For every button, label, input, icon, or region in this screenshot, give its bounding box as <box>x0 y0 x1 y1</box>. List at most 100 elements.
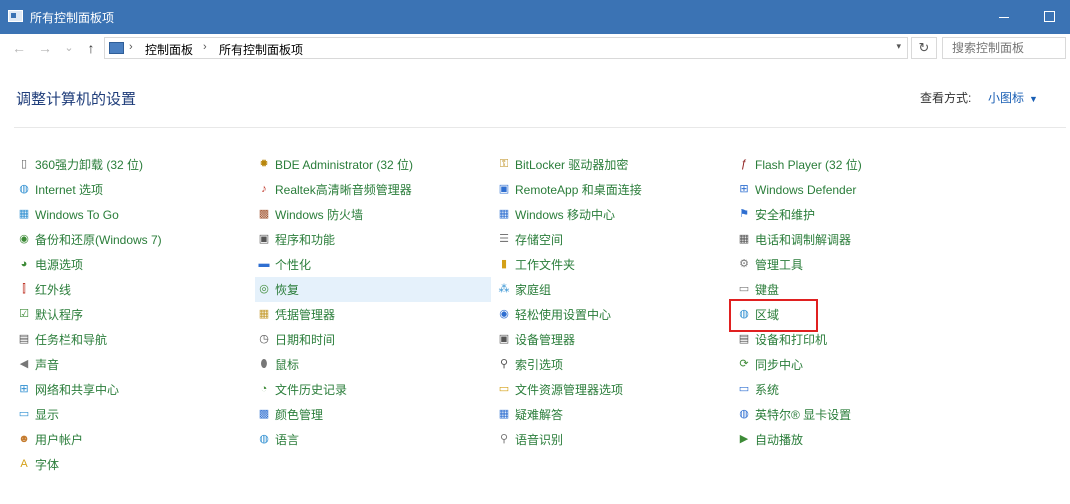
control-panel-item[interactable]: ▮ 工作文件夹 <box>495 252 731 277</box>
backup-icon: ◉ <box>19 233 29 245</box>
control-panel-item[interactable]: ◎ 恢复 <box>255 277 491 302</box>
control-panel-item[interactable]: ◍ Internet 选项 <box>15 177 251 202</box>
control-panel-item[interactable]: ⫿ 红外线 <box>15 277 251 302</box>
control-panel-item[interactable]: ☑ 默认程序 <box>15 302 251 327</box>
control-panel-item[interactable]: ♪ Realtek高清晰音频管理器 <box>255 177 491 202</box>
sync-icon: ⟳ <box>739 358 749 370</box>
control-panel-item[interactable]: ▦ 疑难解答 <box>495 402 731 427</box>
control-panel-item[interactable]: ▣ RemoteApp 和桌面连接 <box>495 177 731 202</box>
control-panel-item[interactable]: ⟳ 同步中心 <box>735 352 971 377</box>
address-bar[interactable]: › 控制面板 › 所有控制面板项 ▾ <box>104 37 908 59</box>
control-panel-item-label: 电话和调制解调器 <box>755 233 852 247</box>
control-panel-item-label: 系统 <box>755 383 780 397</box>
keyboard-icon: ▭ <box>738 283 750 295</box>
items-column-3: ⚿ BitLocker 驱动器加密 ▣ RemoteApp 和桌面连接 ▦ Windows… <box>495 152 731 452</box>
control-panel-item[interactable]: ◕ 电源选项 <box>15 252 251 277</box>
control-panel-item[interactable]: ▭ 系统 <box>735 377 971 402</box>
control-panel-item[interactable]: ⚲ 语音识别 <box>495 427 731 452</box>
control-panel-item-label: 网络和共享中心 <box>35 383 120 397</box>
control-panel-item[interactable]: ▦ Windows 移动中心 <box>495 202 731 227</box>
control-panel-item[interactable]: ⬮ 鼠标 <box>255 352 491 377</box>
control-panel-item-label: BitLocker 驱动器加密 <box>515 158 629 172</box>
control-panel-item[interactable]: ◷ 日期和时间 <box>255 327 491 352</box>
control-panel-item[interactable]: ◉ 轻松使用设置中心 <box>495 302 731 327</box>
up-button[interactable]: ↑ <box>82 39 100 57</box>
control-panel-item-label: 设备和打印机 <box>755 333 828 347</box>
control-panel-item-label: 默认程序 <box>35 308 84 322</box>
control-panel-item[interactable]: ⚲ 索引选项 <box>495 352 731 377</box>
control-panel-item[interactable]: ◀ 声音 <box>15 352 251 377</box>
clock-icon: ◷ <box>259 333 269 345</box>
intel-graphics-icon: ◍ <box>739 408 749 420</box>
control-panel-item[interactable]: ◍ 英特尔® 显卡设置 <box>735 402 971 427</box>
control-panel-item-label: 安全和维护 <box>755 208 816 222</box>
control-panel-item[interactable]: ▦ 凭据管理器 <box>255 302 491 327</box>
control-panel-item[interactable]: ⊞ Windows Defender <box>735 177 971 202</box>
control-panel-item[interactable]: ▣ 程序和功能 <box>255 227 491 252</box>
control-panel-item[interactable]: ƒ Flash Player (32 位) <box>735 152 971 177</box>
control-panel-item[interactable]: ☻ 用户帐户 <box>15 427 251 452</box>
control-panel-item[interactable]: ◔ 文件历史记录 <box>255 377 491 402</box>
control-panel-item[interactable]: ▦ Windows To Go <box>15 202 251 227</box>
color-management-icon: ▩ <box>258 408 270 420</box>
control-panel-item-label: Realtek高清晰音频管理器 <box>275 183 412 197</box>
minimize-button[interactable] <box>993 10 1017 24</box>
control-panel-item[interactable]: ⁂ 家庭组 <box>495 277 731 302</box>
homegroup-icon: ⁂ <box>498 283 510 295</box>
control-panel-item-label: 键盘 <box>755 283 780 297</box>
items-column-1: ▯ 360强力卸载 (32 位) ◍ Internet 选项 ▦ Windows To G… <box>15 152 251 477</box>
control-panel-item[interactable]: ⚙ 管理工具 <box>735 252 971 277</box>
control-panel-item[interactable]: ◍ 区域 <box>729 299 971 332</box>
search-input[interactable] <box>942 37 1066 59</box>
region-icon: ◍ <box>739 308 749 320</box>
control-panel-item[interactable]: ▶ 自动播放 <box>735 427 971 452</box>
back-button[interactable]: ← <box>10 39 28 57</box>
file-history-icon: ◔ <box>260 383 268 395</box>
divider <box>14 127 1066 128</box>
control-panel-item[interactable]: ▩ 颜色管理 <box>255 402 491 427</box>
refresh-button[interactable]: ↻ <box>911 37 937 59</box>
control-panel-item[interactable]: ▭ 文件资源管理器选项 <box>495 377 731 402</box>
page-title: 调整计算机的设置 <box>16 91 137 108</box>
control-panel-item[interactable]: ▭ 显示 <box>15 402 251 427</box>
control-panel-item-label: 语音识别 <box>515 433 564 447</box>
fonts-icon: A <box>20 458 28 470</box>
default-programs-icon: ☑ <box>19 308 29 320</box>
breadcrumb-all-items[interactable]: 所有控制面板项 <box>219 41 303 58</box>
system-icon: ▭ <box>738 383 750 395</box>
control-panel-item[interactable]: ⚑ 安全和维护 <box>735 202 971 227</box>
control-panel-item-label: 声音 <box>35 358 60 372</box>
admin-tools-icon: ⚙ <box>739 258 749 270</box>
breadcrumb-separator[interactable]: › <box>203 41 207 53</box>
control-panel-item[interactable]: ▣ 设备管理器 <box>495 327 731 352</box>
chevron-down-icon[interactable]: ▾ <box>896 41 901 52</box>
control-panel-item-label: 家庭组 <box>515 283 552 297</box>
view-by-dropdown[interactable]: 小图标 ▼ <box>988 89 1038 106</box>
remoteapp-icon: ▣ <box>498 183 510 195</box>
breadcrumb-separator[interactable]: › <box>129 41 133 53</box>
bitlocker-icon: ⚿ <box>499 158 509 170</box>
control-panel-item[interactable]: ▯ 360强力卸载 (32 位) <box>15 152 251 177</box>
control-panel-item[interactable]: ▬ 个性化 <box>255 252 491 277</box>
control-panel-item[interactable]: ◍ 语言 <box>255 427 491 452</box>
control-panel-item[interactable]: ⊞ 网络和共享中心 <box>15 377 251 402</box>
control-panel-item[interactable]: ▦ 电话和调制解调器 <box>735 227 971 252</box>
users-icon: ☻ <box>18 433 30 445</box>
recent-locations-button[interactable]: ⌄ <box>60 39 78 57</box>
control-panel-item[interactable]: ▤ 设备和打印机 <box>735 327 971 352</box>
control-panel-item[interactable]: ⚿ BitLocker 驱动器加密 <box>495 152 731 177</box>
control-panel-item[interactable]: ▩ Windows 防火墙 <box>255 202 491 227</box>
forward-button[interactable]: → <box>36 39 54 57</box>
maximize-button[interactable] <box>1040 8 1060 24</box>
breadcrumb-control-panel[interactable]: 控制面板 <box>145 41 193 58</box>
firewall-icon: ▩ <box>258 208 270 220</box>
control-panel-item[interactable]: ✹ BDE Administrator (32 位) <box>255 152 491 177</box>
control-panel-item[interactable]: ☰ 存储空间 <box>495 227 731 252</box>
control-panel-item[interactable]: ◉ 备份和还原(Windows 7) <box>15 227 251 252</box>
control-panel-item-label: 管理工具 <box>755 258 804 272</box>
control-panel-item-label: 日期和时间 <box>275 333 336 347</box>
control-panel-item[interactable]: A 字体 <box>15 452 251 477</box>
items-column-4: ƒ Flash Player (32 位) ⊞ Windows Defender ⚑ 安全… <box>729 152 971 452</box>
control-panel-item-label: 红外线 <box>35 283 72 297</box>
control-panel-item[interactable]: ▤ 任务栏和导航 <box>15 327 251 352</box>
